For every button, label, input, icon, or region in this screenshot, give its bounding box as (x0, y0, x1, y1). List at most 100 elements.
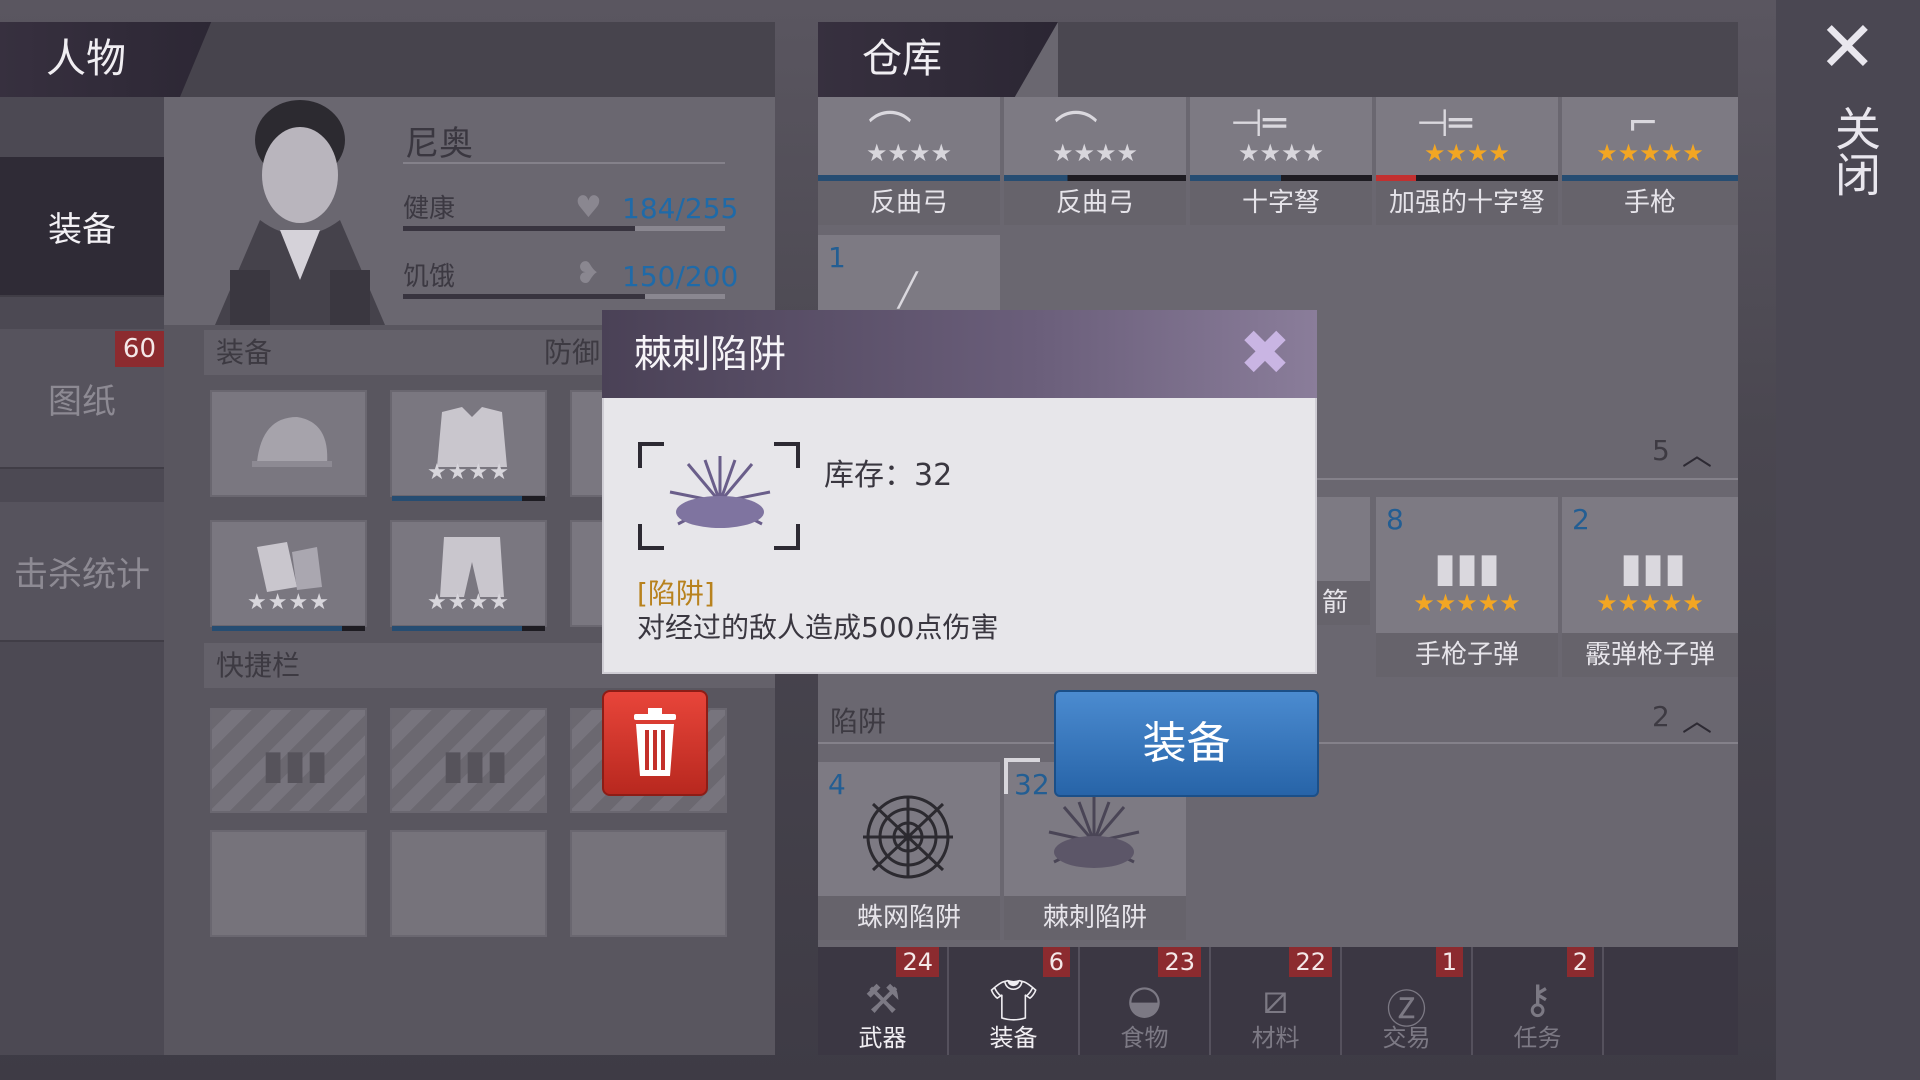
tab-count-badge: 6 (1042, 947, 1070, 977)
side-nav: 装备 图纸 60 击杀统计 (0, 97, 164, 1055)
spike-trap-icon (1048, 797, 1140, 868)
warehouse-item[interactable]: ⌒ ★★★★ 反曲弓 (1004, 97, 1186, 225)
item-label: 加强的十字弩 (1376, 181, 1558, 225)
item-label: 手枪子弹 (1376, 633, 1558, 677)
dialog-close-icon[interactable]: ✖ (1230, 322, 1300, 384)
item-label: 霰弹枪子弹 (1562, 633, 1738, 677)
delete-button[interactable] (602, 690, 708, 796)
tab-trade[interactable]: 1 Ⓩ 交易 (1342, 947, 1473, 1055)
defense-label: 防御 (544, 336, 601, 369)
tab-label: 交易 (1382, 1024, 1431, 1052)
item-label: 棘刺陷阱 (1004, 896, 1186, 940)
side-item-label: 击杀统计 (14, 554, 150, 595)
character-name: 尼奥 (405, 124, 473, 164)
item-stars: ★★★★ (1423, 139, 1511, 167)
quickbar-slot-empty[interactable] (210, 830, 367, 937)
character-portrait (215, 100, 385, 325)
item-label: 手枪 (1562, 181, 1738, 225)
vest-durability (392, 496, 545, 501)
heart-icon: ♥ (575, 190, 602, 225)
traps-section-title: 陷阱 (830, 705, 887, 738)
tab-count-badge: 1 (1435, 947, 1463, 977)
warehouse-item[interactable]: 2 ▮▮▮ ★★★★★ 霰弹枪子弹 (1562, 497, 1738, 677)
name-divider (403, 162, 725, 164)
equipment-title: 装备 (216, 336, 273, 369)
equip-slot-gloves[interactable]: ★★★★ (210, 520, 367, 631)
close-icon[interactable]: ✕ (1818, 6, 1877, 88)
item-count: 8 (1386, 503, 1404, 536)
tab-count-badge: 23 (1158, 947, 1201, 977)
equip-slot-pants[interactable]: ★★★★ (390, 520, 547, 631)
tab-materials[interactable]: 22 ⧄ 材料 (1211, 947, 1342, 1055)
tab-count-badge: 24 (896, 947, 939, 977)
tab-label: 任务 (1513, 1024, 1562, 1052)
side-item-equipment[interactable]: 装备 (0, 157, 164, 297)
dialog-item-description: 对经过的敌人造成500点伤害 (637, 611, 999, 644)
quickbar-slot-empty[interactable] (390, 830, 547, 937)
bullets-icon: ▮▮▮ (442, 742, 509, 788)
stomach-icon: ❥ (575, 256, 601, 291)
spiderweb-icon (863, 795, 953, 879)
item-label: 十字弩 (1190, 181, 1372, 225)
gloves-stars: ★★★★ (247, 590, 330, 615)
item-count: 4 (828, 768, 846, 801)
warehouse-item[interactable]: ⊣═ ★★★★ 十字弩 (1190, 97, 1372, 225)
warehouse-item[interactable]: ⌒ ★★★★ 反曲弓 (818, 97, 1000, 225)
pants-stars: ★★★★ (427, 590, 510, 615)
shirt-icon: 👕︎ (988, 978, 1039, 1024)
side-item-kill-stats[interactable]: 击杀统计 (0, 502, 164, 642)
warehouse-item[interactable]: ⊣═ ★★★★ 加强的十字弩 (1376, 97, 1558, 225)
hunger-label: 饥饿 (403, 262, 456, 292)
item-stars: ★★★★ (1051, 139, 1139, 167)
item-count: 2 (1572, 503, 1590, 536)
health-label: 健康 (403, 194, 456, 224)
quickbar-slot-locked[interactable]: ▮▮▮ (210, 708, 367, 813)
tab-count-badge: 22 (1289, 947, 1332, 977)
health-bar (403, 226, 725, 231)
tab-label: 武器 (858, 1024, 907, 1052)
equip-slot-helmet[interactable] (210, 390, 367, 497)
quickbar-slot-locked[interactable]: ▮▮▮ (390, 708, 547, 813)
item-stars: ★★★★ (1237, 139, 1325, 167)
side-item-label: 图纸 (48, 381, 116, 422)
tab-quests[interactable]: 2 ⚷ 任务 (1473, 947, 1604, 1055)
warehouse-item[interactable]: 8 ▮▮▮ ★★★★★ 手枪子弹 (1376, 497, 1558, 677)
close-label[interactable]: 关闭 (1822, 105, 1888, 197)
equip-button[interactable]: 装备 (1054, 690, 1319, 797)
rifle-icon: ╱ (898, 271, 918, 309)
tab-label: 装备 (989, 1024, 1038, 1052)
chevron-up-icon[interactable]: ︿ (1682, 696, 1712, 740)
dialog-stock: 库存：32 (824, 450, 952, 494)
hunger-bar-fill (403, 294, 645, 299)
health-value: 184/255 (622, 192, 739, 225)
stock-label: 库存： (824, 458, 914, 493)
chevron-up-icon[interactable]: ︿ (1682, 430, 1712, 474)
tab-label: 食物 (1120, 1024, 1169, 1052)
pistol-ammo-icon: ▮▮▮ (1434, 545, 1501, 591)
side-item-label: 装备 (48, 209, 116, 250)
pants-durability (392, 626, 545, 631)
helmet-icon (252, 417, 332, 467)
hunger-value: 150/200 (622, 260, 739, 293)
quickbar-slot-empty[interactable] (570, 830, 727, 937)
dialog-title: 棘刺陷阱 (602, 310, 1317, 398)
item-stars: ★★★★★ (1596, 139, 1704, 167)
tab-weapons[interactable]: 24 ⚒ 武器 (818, 947, 949, 1055)
warehouse-category-tabs: 24 ⚒ 武器 6 👕︎ 装备 23 ◒ 食物 22 ⧄ 材料 1 Ⓩ 交易 2… (818, 947, 1738, 1055)
dialog-item-preview (638, 442, 800, 550)
warehouse-item[interactable]: 1 ╱ (818, 235, 1000, 315)
equip-slot-vest[interactable]: ★★★★ (390, 390, 547, 501)
tab-equipment[interactable]: 6 👕︎ 装备 (949, 947, 1080, 1055)
warehouse-item[interactable]: ⌐ ★★★★★ 手枪 (1562, 97, 1738, 225)
axe-icon: ⚒ (864, 977, 901, 1023)
vest-stars: ★★★★ (427, 460, 510, 485)
trash-icon (634, 708, 676, 776)
tab-food[interactable]: 23 ◒ 食物 (1080, 947, 1211, 1055)
spike-trap-icon (669, 456, 771, 528)
health-bar-fill (403, 226, 635, 231)
key-icon: ⚷ (1522, 977, 1553, 1023)
item-stars: ★★★★★ (1413, 589, 1521, 617)
side-item-blueprints[interactable]: 图纸 60 (0, 329, 164, 469)
quickbar-title: 快捷栏 (216, 649, 301, 682)
warehouse-item[interactable]: 4 蛛网陷阱 (818, 762, 1000, 940)
